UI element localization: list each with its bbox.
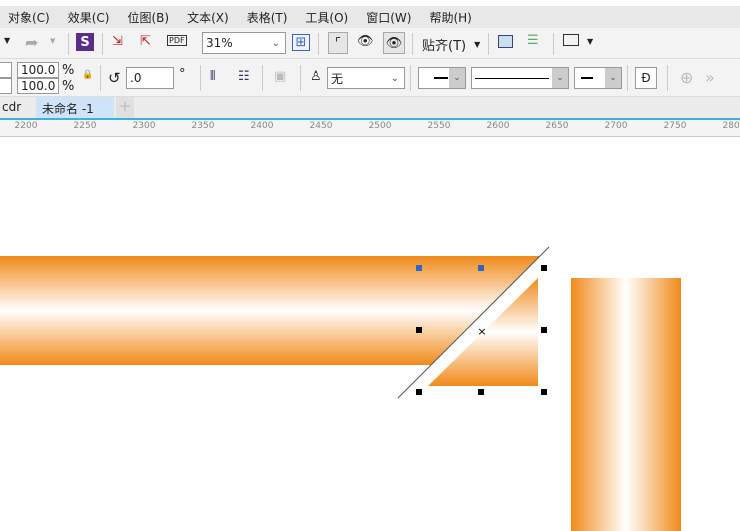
menu-effects[interactable]: 效果(C) (68, 9, 110, 26)
ruler-tick-label: 2600 (486, 121, 510, 131)
degree-label: ° (179, 67, 186, 82)
welcome-screen-icon[interactable] (498, 35, 513, 48)
export-icon[interactable]: ⇱ (140, 34, 151, 49)
percent-label: % (62, 79, 75, 94)
drawing-canvas[interactable]: × (0, 137, 740, 531)
mirror-vertical-icon[interactable]: ☷ (238, 69, 250, 84)
menu-help[interactable]: 帮助(H) (429, 9, 471, 26)
size-height-field[interactable] (0, 78, 12, 94)
outline-width-select[interactable]: 无 ⌄ (327, 67, 405, 89)
zoom-fit-icon[interactable]: ⊞ (292, 34, 310, 51)
snap-to-button[interactable]: 贴齐(T) ▼ (422, 35, 480, 54)
zoom-level-select[interactable]: 31% ⌄ (202, 32, 286, 54)
pdf-icon[interactable]: PDF (167, 35, 187, 46)
lock-ratio-icon[interactable]: 🔒 (82, 70, 93, 80)
add-icon[interactable]: ⊕ (680, 68, 693, 87)
ruler-tick-label: 2250 (73, 121, 97, 131)
rotate-icon: ↺ (108, 69, 121, 87)
ruler-tick-label: 2350 (191, 121, 215, 131)
size-width-field[interactable] (0, 62, 12, 78)
more-icon[interactable]: » (705, 68, 715, 87)
outline-pen-icon: ♙ (310, 69, 322, 84)
ruler-tick-label: 2500 (368, 121, 392, 131)
scale-y-field[interactable]: 100.0 (17, 78, 59, 94)
menu-text[interactable]: 文本(X) (187, 9, 229, 26)
mirror-horizontal-icon[interactable]: ⫴ (210, 69, 215, 84)
new-tab-button[interactable]: + (116, 97, 134, 118)
redo-icon[interactable]: ➦ (25, 33, 38, 52)
document-tabs: cdr 未命名 -1 + (0, 97, 740, 118)
menu-bitmap[interactable]: 位图(B) (128, 9, 170, 26)
launcher-icon[interactable]: S (76, 33, 94, 51)
grid-view-icon[interactable]: 👁 (357, 34, 374, 49)
ruler-tick-label: 2800 (722, 121, 740, 131)
ruler-tick-label: 2200 (14, 121, 38, 131)
percent-label: % (62, 63, 75, 78)
ruler-tick-label: 2750 (663, 121, 687, 131)
line-style-select[interactable]: ⌄ (471, 67, 569, 89)
tab-cdr[interactable]: cdr (0, 97, 36, 118)
undo-dropdown-icon[interactable]: ▼ (4, 36, 10, 45)
scale-x-field[interactable]: 100.0 (17, 62, 59, 78)
rotation-angle-field[interactable]: .0 (126, 67, 174, 89)
ruler-tick-label: 2300 (132, 121, 156, 131)
import-icon[interactable]: ⇲ (112, 34, 123, 49)
launcher-dropdown-icon[interactable]: ▼ (587, 37, 593, 46)
ruler-tick-label: 2550 (427, 121, 451, 131)
standard-toolbar: ▼ ➦ ▼ S ⇲ ⇱ PDF 31% ⌄ ⊞ ⌜ 👁 👁 贴齐(T) ▼ ☰ ▼ (0, 28, 740, 59)
rulers-icon[interactable]: ⌜ (328, 32, 348, 54)
ruler-tick-label: 2450 (309, 121, 333, 131)
ruler-tick-label: 2700 (604, 121, 628, 131)
vertical-pipe[interactable] (571, 278, 681, 531)
ruler-tick-label: 2400 (250, 121, 274, 131)
menu-bar: 对象(C) 效果(C) 位图(B) 文本(X) 表格(T) 工具(O) 窗口(W… (0, 6, 740, 28)
horizontal-ruler[interactable]: 2200 2250 2300 2350 2400 2450 2500 2550 2600 2650… (0, 118, 740, 137)
options-icon[interactable]: ☰ (527, 33, 539, 48)
ruler-tick-label: 2650 (545, 121, 569, 131)
menu-table[interactable]: 表格(T) (247, 9, 288, 26)
horizontal-pipe[interactable] (0, 256, 540, 365)
close-curve-icon[interactable]: Ð (635, 67, 657, 89)
center-marker-icon[interactable]: × (477, 325, 486, 338)
tab-untitled-1[interactable]: 未命名 -1 (36, 97, 114, 118)
start-arrow-select[interactable]: ⌄ (418, 67, 466, 89)
guidelines-view-icon[interactable]: 👁 (383, 32, 405, 54)
end-arrow-select[interactable]: ⌄ (574, 67, 622, 89)
menu-window[interactable]: 窗口(W) (366, 9, 411, 26)
menu-object[interactable]: 对象(C) (8, 9, 50, 26)
menu-tools[interactable]: 工具(O) (305, 9, 348, 26)
property-bar: 100.0 100.0 % % 🔒 ↺ .0 ° ⫴ ☷ ▣ ♙ 无 ⌄ ⌄ ⌄ … (0, 59, 740, 97)
application-launcher-icon[interactable] (563, 34, 579, 46)
arrange-icon[interactable]: ▣ (274, 69, 286, 84)
redo-dropdown-icon[interactable]: ▼ (50, 37, 55, 45)
